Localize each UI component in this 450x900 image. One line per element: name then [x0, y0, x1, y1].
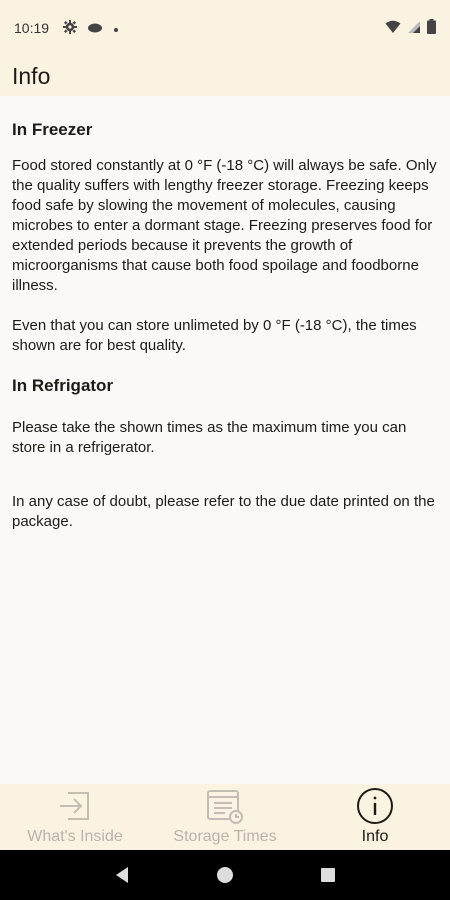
refrigator-heading: In Refrigator — [12, 376, 114, 395]
wifi-icon — [385, 20, 401, 37]
nav-storage-times[interactable]: Storage Times — [150, 784, 300, 850]
dot-icon — [113, 20, 119, 36]
home-icon[interactable] — [205, 855, 245, 895]
app-bar: Info — [0, 56, 450, 96]
signal-icon — [407, 20, 421, 37]
freezer-paragraph: Food stored constantly at 0 °F (-18 °C) … — [12, 157, 437, 294]
cloud-icon — [87, 20, 103, 36]
nav-whats-inside[interactable]: What's Inside — [0, 784, 150, 850]
battery-icon — [427, 19, 436, 37]
info-icon — [355, 786, 395, 826]
info-content: In Freezer Food stored constantly at 0 °… — [0, 96, 450, 784]
status-icons-right — [385, 19, 436, 37]
login-arrow-icon — [55, 786, 95, 826]
refrigator-paragraph: Please take the shown times as the maxim… — [12, 419, 407, 456]
freezer-heading: In Freezer — [12, 120, 93, 139]
gear-icon — [63, 19, 78, 37]
nav-label-info: Info — [361, 828, 389, 845]
bottom-navigation: What's Inside Storage Times Info — [0, 784, 450, 850]
system-navigation-bar — [0, 850, 450, 900]
freezer-quality-paragraph: Even that you can store unlimeted by 0 °… — [12, 317, 417, 354]
status-icons-left — [63, 19, 119, 37]
page-title: Info — [12, 62, 51, 89]
nav-label-whats-inside: What's Inside — [27, 828, 123, 845]
calendar-clock-icon — [205, 786, 245, 826]
back-icon[interactable] — [102, 855, 142, 895]
nav-label-storage-times: Storage Times — [173, 828, 277, 845]
nav-info[interactable]: Info — [300, 784, 450, 850]
status-time: 10:19 — [14, 20, 50, 36]
status-bar: 10:19 — [0, 0, 450, 56]
recents-icon[interactable] — [308, 855, 348, 895]
doubt-paragraph: In any case of doubt, please refer to th… — [12, 493, 435, 530]
